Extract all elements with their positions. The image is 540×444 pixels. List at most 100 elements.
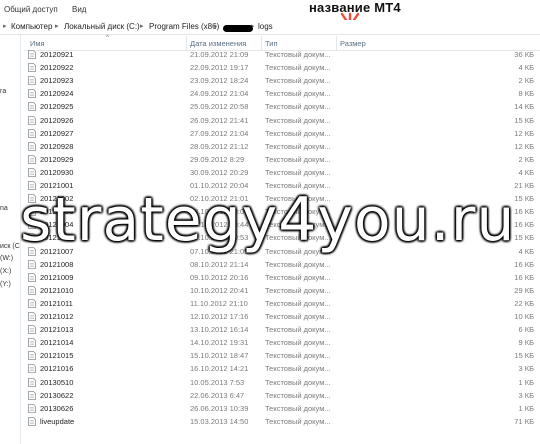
file-row[interactable]: 20130626 26.06.2013 10:39 Текстовый докум.… xyxy=(20,402,540,415)
nav-fragment[interactable]: ra xyxy=(0,88,6,95)
file-type: Текстовый докум... xyxy=(265,128,331,138)
file-name: 20121016 xyxy=(40,364,74,374)
breadcrumb-logs[interactable]: logs xyxy=(258,22,273,31)
file-name: 20120923 xyxy=(40,76,74,86)
file-type: Текстовый докум... xyxy=(265,416,331,426)
nav-drive-x[interactable]: (X:) xyxy=(0,268,11,275)
chevron-right-icon[interactable]: ▸ xyxy=(55,22,59,30)
chevron-right-icon[interactable]: ▸ xyxy=(214,22,218,30)
file-size: 15 КБ xyxy=(514,194,534,204)
nav-drive-c[interactable]: иск (C xyxy=(0,243,20,250)
file-size: 4 КБ xyxy=(518,63,534,73)
text-file-icon xyxy=(28,377,36,387)
column-type-header[interactable]: Тип xyxy=(265,39,278,48)
file-row[interactable]: 20121013 13.10.2012 16:14 Текстовый докум.… xyxy=(20,323,540,336)
file-size: 16 КБ xyxy=(514,272,534,282)
file-name: 20121014 xyxy=(40,338,74,348)
text-file-icon xyxy=(28,364,36,374)
file-size: 4 КБ xyxy=(518,246,534,256)
file-row[interactable]: 20120924 24.09.2012 21:04 Текстовый докум.… xyxy=(20,87,540,100)
ribbon-toolbar: Общий доступ Вид xyxy=(0,0,540,21)
column-date-header[interactable]: Дата изменения xyxy=(190,39,246,48)
file-row[interactable]: 20130622 22.06.2013 6:47 Текстовый докум..… xyxy=(20,389,540,402)
navigation-pane[interactable]: ra na иск (C (W:) (X:) (Y:) xyxy=(0,35,21,444)
text-file-icon xyxy=(28,89,36,99)
file-row[interactable]: 20120929 29.09.2012 8:29 Текстовый докум..… xyxy=(20,153,540,166)
chevron-right-icon[interactable]: ▸ xyxy=(140,22,144,30)
file-date: 12.10.2012 17:16 xyxy=(190,312,249,321)
file-date: 10.05.2013 7:53 xyxy=(190,377,245,387)
file-row[interactable]: 20121012 12.10.2012 17:16 Текстовый докум.… xyxy=(20,310,540,323)
file-size: 15 КБ xyxy=(514,351,534,361)
breadcrumb-computer[interactable]: Компьютер xyxy=(11,22,52,31)
nav-drive-w[interactable]: (W:) xyxy=(0,255,13,262)
file-name: 20130626 xyxy=(40,403,74,413)
file-size: 15 КБ xyxy=(514,115,534,125)
file-row[interactable]: 20121014 14.10.2012 19:31 Текстовый докум.… xyxy=(20,336,540,349)
file-type: Текстовый докум... xyxy=(265,141,331,151)
file-size: 2 КБ xyxy=(518,154,534,164)
file-type: Текстовый докум... xyxy=(265,89,331,99)
file-date: 30.09.2012 20:29 xyxy=(190,167,249,177)
file-row[interactable]: liveupdate 15.03.2013 14:50 Текстовый доку… xyxy=(20,415,540,428)
file-type: Текстовый докум... xyxy=(265,325,331,335)
file-date: 26.09.2012 21:41 xyxy=(190,115,249,125)
file-date: 25.09.2012 20:58 xyxy=(190,102,249,112)
file-type: Текстовый докум... xyxy=(265,364,331,374)
file-row[interactable]: 20121015 15.10.2012 18:47 Текстовый докум.… xyxy=(20,349,540,362)
text-file-icon xyxy=(28,141,36,151)
file-name: 20121012 xyxy=(40,312,74,321)
file-size: 4 КБ xyxy=(518,167,534,177)
file-row[interactable]: 20121009 09.10.2012 20:16 Текстовый докум.… xyxy=(20,271,540,284)
column-name-header[interactable]: Имя xyxy=(30,39,45,48)
file-size: 6 КБ xyxy=(518,325,534,335)
file-type: Текстовый докум... xyxy=(265,312,331,321)
file-name: 20120928 xyxy=(40,141,74,151)
text-file-icon xyxy=(28,325,36,334)
file-type: Текстовый докум... xyxy=(265,351,331,361)
file-name: 20121015 xyxy=(40,351,74,361)
file-date: 15.03.2013 14:50 xyxy=(190,416,249,426)
file-size: 9 КБ xyxy=(518,338,534,348)
column-size-header[interactable]: Размер xyxy=(340,39,366,48)
nav-fragment[interactable]: na xyxy=(0,205,8,212)
file-date: 29.09.2012 8:29 xyxy=(190,154,245,164)
file-row[interactable]: 20121010 10.10.2012 20:41 Текстовый докум.… xyxy=(20,284,540,297)
file-row[interactable]: 20120925 25.09.2012 20:58 Текстовый докум.… xyxy=(20,100,540,113)
file-row[interactable]: 20120922 22.09.2012 19:17 Текстовый докум.… xyxy=(20,61,540,74)
text-file-icon xyxy=(28,312,36,321)
text-file-icon xyxy=(28,416,36,426)
file-row[interactable]: 20120921 21.09.2012 21:09 Текстовый докум.… xyxy=(20,48,540,61)
file-row[interactable]: 20121008 08.10.2012 21:14 Текстовый докум.… xyxy=(20,258,540,271)
file-row[interactable]: 20130510 10.05.2013 7:53 Текстовый докум..… xyxy=(20,376,540,389)
text-file-icon xyxy=(28,298,36,308)
file-size: 3 КБ xyxy=(518,390,534,400)
file-date: 26.06.2013 10:39 xyxy=(190,403,249,413)
breadcrumb-local-disk[interactable]: Локальный диск (C:) xyxy=(64,22,140,31)
file-row[interactable]: 20120928 28.09.2012 21:12 Текстовый докум.… xyxy=(20,140,540,153)
file-size: 10 КБ xyxy=(514,312,534,321)
file-name: 20120925 xyxy=(40,102,74,112)
file-row[interactable]: 20121016 16.10.2012 14:21 Текстовый докум.… xyxy=(20,362,540,375)
file-type: Текстовый докум... xyxy=(265,115,331,125)
text-file-icon xyxy=(28,63,36,72)
file-date: 13.10.2012 16:14 xyxy=(190,325,249,335)
file-size: 1 КБ xyxy=(518,377,534,387)
file-row[interactable]: 20120930 30.09.2012 20:29 Текстовый докум.… xyxy=(20,166,540,179)
breadcrumb: ▸ Компьютер ▸ Локальный диск (C:) ▸ Prog… xyxy=(0,20,540,35)
file-date: 10.10.2012 20:41 xyxy=(190,285,249,295)
text-file-icon xyxy=(28,403,36,413)
file-name: 20120930 xyxy=(40,167,74,177)
file-row[interactable]: 20121011 11.10.2012 21:10 Текстовый докум.… xyxy=(20,297,540,310)
file-row[interactable]: 20120923 23.09.2012 18:24 Текстовый докум.… xyxy=(20,74,540,87)
file-size: 29 КБ xyxy=(514,285,534,295)
text-file-icon xyxy=(28,390,36,400)
text-file-icon xyxy=(28,259,36,269)
toolbar-share-tab[interactable]: Общий доступ xyxy=(4,5,58,14)
nav-drive-y[interactable]: (Y:) xyxy=(0,281,11,288)
file-size: 16 КБ xyxy=(514,207,534,217)
file-row[interactable]: 20120926 26.09.2012 21:41 Текстовый докум.… xyxy=(20,114,540,127)
toolbar-view-tab[interactable]: Вид xyxy=(72,5,86,14)
file-row[interactable]: 20120927 27.09.2012 21:04 Текстовый докум.… xyxy=(20,127,540,140)
breadcrumb-program-files[interactable]: Program Files (x86) xyxy=(149,22,219,31)
